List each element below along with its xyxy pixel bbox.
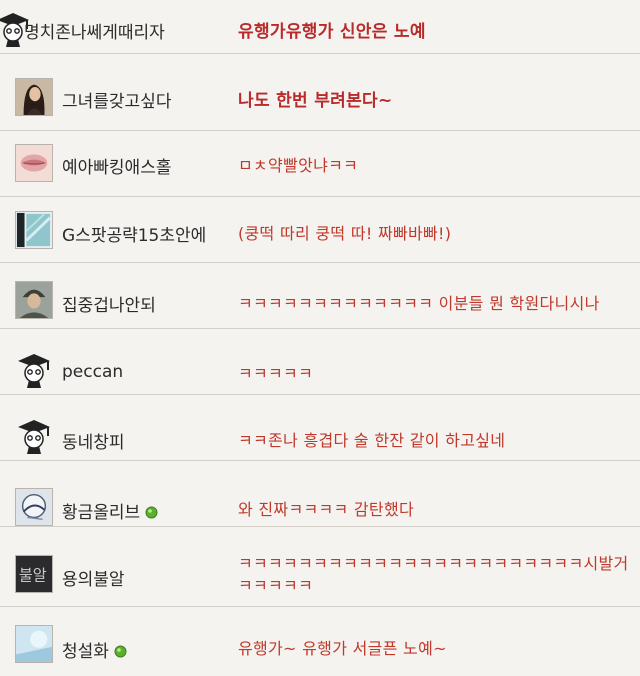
comment-row: 그녀를갖고싶다 나도 한번 부려본다~ — [0, 65, 640, 131]
nickname[interactable]: 그녀를갖고싶다 — [62, 87, 171, 112]
svg-text:불알: 불알 — [19, 567, 47, 585]
nickname[interactable]: 동네창피 — [62, 428, 125, 453]
nickname[interactable]: peccan — [62, 362, 123, 382]
comment-row: 예아빠킹애스홀 ㅁㅊ약빨앗냐ㅋㅋ — [0, 131, 640, 197]
dark-text-photo-icon[interactable]: 불알 — [15, 555, 53, 593]
nickname[interactable]: 용의불알 — [62, 565, 125, 590]
nickname[interactable]: G스팟공략15초안에 — [62, 221, 206, 246]
comment-message: ㅋㅋㅋㅋㅋㅋㅋㅋㅋㅋㅋㅋㅋㅋㅋㅋㅋㅋㅋㅋㅋㅋㅋ시발거 ㅋㅋㅋㅋㅋ — [238, 553, 640, 597]
comment-row: peccan ㅋㅋㅋㅋㅋ — [0, 329, 640, 395]
online-status-icon — [114, 645, 127, 658]
nickname-text[interactable]: 황금올리브 — [62, 503, 140, 523]
comment-row: 황금올리브 와 진짜ㅋㅋㅋㅋ 감탄했다 — [0, 461, 640, 527]
comment-row: G스팟공략15초안에 (쿵떡 따리 쿵떡 따! 짜빠바빠!) — [0, 197, 640, 263]
nickname[interactable]: 청설화 — [62, 637, 127, 662]
comment-message: 나도 한번 부려본다~ — [238, 91, 393, 111]
nickname[interactable]: 명치존나쎄게때리자 — [24, 18, 165, 43]
comment-message: 와 진짜ㅋㅋㅋㅋ 감탄했다 — [238, 500, 414, 519]
comment-row: 명치존나쎄게때리자 유행가유행가 신안은 노예 — [0, 0, 640, 54]
nickname[interactable]: 예아빠킹애스홀 — [62, 153, 171, 178]
comment-row: 동네창피 ㅋㅋ존나 흥겹다 술 한잔 같이 하고싶네 — [0, 395, 640, 461]
woman-photo-icon[interactable] — [15, 78, 53, 116]
window-photo-icon[interactable] — [15, 211, 53, 249]
comment-message: ㅋㅋㅋㅋㅋ — [238, 364, 314, 383]
nickname[interactable]: 황금올리브 — [62, 498, 158, 523]
soldier-photo-icon[interactable] — [15, 281, 53, 319]
comment-message: ㅋㅋㅋㅋㅋㅋㅋㅋㅋㅋㅋㅋㅋ 이분들 뭔 학원다니시나 — [238, 294, 600, 313]
grad-cap-icon[interactable] — [15, 417, 53, 455]
comment-message: ㅋㅋ존나 흥겹다 술 한잔 같이 하고싶네 — [238, 431, 506, 450]
grad-cap-icon[interactable] — [15, 351, 53, 389]
comment-message-line: ㅋㅋㅋㅋㅋㅋㅋㅋㅋㅋㅋㅋㅋㅋㅋㅋㅋㅋㅋㅋㅋㅋㅋ시발거 — [238, 554, 629, 573]
nickname[interactable]: 집중겁나안되 — [62, 291, 156, 316]
comment-message: (쿵떡 따리 쿵떡 따! 짜빠바빠!) — [238, 224, 452, 243]
comment-row: 불알 용의불알 ㅋㅋㅋㅋㅋㅋㅋㅋㅋㅋㅋㅋㅋㅋㅋㅋㅋㅋㅋㅋㅋㅋㅋ시발거 ㅋㅋㅋㅋㅋ — [0, 527, 640, 607]
lips-photo-icon[interactable] — [15, 144, 53, 182]
comment-message: 유행가~ 유행가 서글픈 노예~ — [238, 639, 447, 658]
comment-message: 유행가유행가 신안은 노예 — [238, 22, 426, 42]
sketch-photo-icon[interactable] — [15, 488, 53, 526]
online-status-icon — [145, 506, 158, 519]
comment-message-line: ㅋㅋㅋㅋㅋ — [238, 576, 314, 595]
comment-message: ㅁㅊ약빨앗냐ㅋㅋ — [238, 156, 359, 175]
nickname-text[interactable]: 청설화 — [62, 642, 109, 662]
light-blue-photo-icon[interactable] — [15, 625, 53, 663]
comment-row: 청설화 유행가~ 유행가 서글픈 노예~ — [0, 607, 640, 676]
comment-row: 집중겁나안되 ㅋㅋㅋㅋㅋㅋㅋㅋㅋㅋㅋㅋㅋ 이분들 뭔 학원다니시나 — [0, 263, 640, 329]
comment-list: 명치존나쎄게때리자 유행가유행가 신안은 노예 그녀를갖고싶다 나도 한번 부려… — [0, 0, 640, 676]
